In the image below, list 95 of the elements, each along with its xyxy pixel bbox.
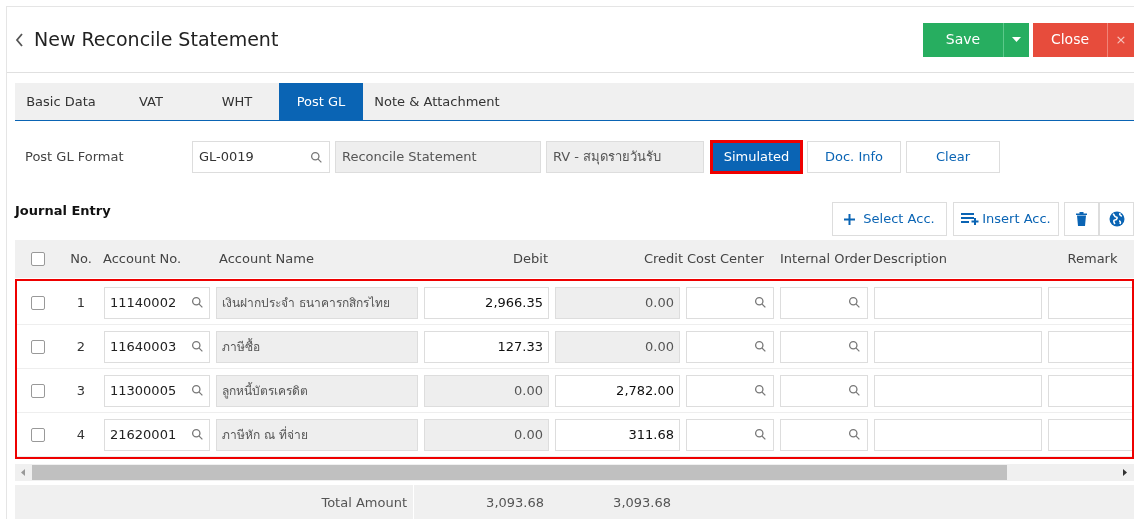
search-icon[interactable] (848, 428, 861, 441)
credit-field[interactable]: 2,782.00 (555, 374, 680, 407)
section-title: Journal Entry (15, 202, 111, 220)
checkbox[interactable] (31, 252, 45, 266)
page-title: New Reconcile Statement (34, 27, 279, 53)
globe-button[interactable] (1099, 202, 1134, 236)
remark-field[interactable] (1048, 374, 1134, 407)
remark-field[interactable] (1048, 286, 1134, 319)
description-field[interactable] (874, 418, 1042, 451)
insert-account-button[interactable]: Insert Acc. (953, 202, 1059, 236)
row-number: 3 (75, 381, 87, 400)
cost-center-field[interactable] (686, 330, 774, 363)
column-header: Account Name (218, 250, 315, 269)
column-header: Account No. (102, 250, 183, 269)
column-header: Description (872, 250, 949, 269)
checkbox[interactable] (31, 339, 45, 354)
account-name-field: ลูกหนี้บัตรเครดิต (216, 374, 418, 407)
search-icon[interactable] (310, 150, 323, 164)
list-add-icon (961, 213, 982, 225)
tab[interactable]: VAT (107, 83, 195, 120)
credit-field: 0.00 (555, 286, 680, 319)
internal-order-field[interactable] (780, 330, 868, 363)
column-header: No. (69, 250, 93, 269)
dropdown-button[interactable] (1003, 22, 1029, 57)
account-no-field[interactable]: 11300005 (104, 374, 210, 407)
row-number: 4 (75, 425, 87, 444)
checkbox[interactable] (31, 427, 45, 442)
column-header: Remark (1066, 250, 1119, 269)
total-label: Total Amount (320, 494, 408, 513)
close-button[interactable]: Close (1033, 22, 1107, 57)
tab[interactable]: WHT (195, 83, 279, 120)
account-no-field[interactable]: 11140002 (104, 286, 210, 319)
row-number: 2 (75, 337, 87, 356)
account-no-field[interactable]: 11640003 (104, 330, 210, 363)
horizontal-scrollbar[interactable] (15, 464, 1134, 481)
column-header: Internal Order (779, 250, 871, 269)
select-account-button[interactable]: Select Acc. (832, 202, 947, 236)
journal-field: RV - สมุดรายวันรับ (546, 141, 704, 173)
scroll-right-icon[interactable] (1123, 469, 1127, 476)
globe-icon (1108, 211, 1125, 227)
internal-order-field[interactable] (780, 374, 868, 407)
description-field[interactable] (874, 374, 1042, 407)
remark-field[interactable] (1048, 418, 1134, 451)
delete-button[interactable] (1064, 202, 1099, 236)
search-icon[interactable] (191, 340, 204, 353)
action-button[interactable]: Clear (906, 141, 1000, 173)
account-no-field[interactable]: 21620001 (104, 418, 210, 451)
remark-field[interactable] (1048, 330, 1134, 363)
debit-field: 0.00 (424, 374, 549, 407)
search-icon[interactable] (754, 384, 767, 397)
caret-icon (1012, 37, 1021, 42)
account-name-field: ภาษีหัก ณ ที่จ่าย (216, 418, 418, 451)
plus-icon (844, 213, 856, 225)
description-field[interactable] (874, 330, 1042, 363)
debit-field: 0.00 (424, 418, 549, 451)
credit-field[interactable]: 311.68 (555, 418, 680, 451)
cost-center-field[interactable] (686, 418, 774, 451)
format-code-field[interactable]: GL-0019 (192, 141, 330, 173)
checkbox[interactable] (31, 295, 45, 310)
account-name-field: ภาษีซื้อ (216, 330, 418, 363)
search-icon[interactable] (191, 428, 204, 441)
action-button[interactable]: Doc. Info (807, 141, 901, 173)
format-name-field: Reconcile Statement (335, 141, 541, 173)
internal-order-field[interactable] (780, 286, 868, 319)
account-name-field: เงินฝากประจำ ธนาคารกสิกรไทย (216, 286, 418, 319)
search-icon[interactable] (191, 384, 204, 397)
checkbox[interactable] (31, 383, 45, 398)
credit-field: 0.00 (555, 330, 680, 363)
column-header: Cost Center (686, 250, 765, 269)
search-icon[interactable] (848, 296, 861, 309)
tab[interactable]: Note & Attachment (363, 83, 511, 120)
internal-order-field[interactable] (780, 418, 868, 451)
search-icon[interactable] (754, 296, 767, 309)
back-icon[interactable] (15, 32, 24, 47)
total-debit: 3,093.68 (413, 485, 544, 519)
cost-center-field[interactable] (686, 374, 774, 407)
search-icon[interactable] (754, 428, 767, 441)
search-icon[interactable] (848, 340, 861, 353)
search-icon[interactable] (191, 296, 204, 309)
trash-icon (1076, 212, 1087, 226)
tab[interactable]: Post GL (279, 83, 363, 120)
column-header: Credit (642, 250, 683, 269)
action-button[interactable]: Simulated (711, 141, 802, 173)
total-credit: 3,093.68 (612, 494, 672, 513)
row-number: 1 (75, 293, 87, 312)
field-label: Post GL Format (24, 148, 125, 167)
search-icon[interactable] (848, 384, 861, 397)
cost-center-field[interactable] (686, 286, 774, 319)
description-field[interactable] (874, 286, 1042, 319)
search-icon[interactable] (754, 340, 767, 353)
tab[interactable]: Basic Data (15, 83, 107, 120)
debit-field[interactable]: 127.33 (424, 330, 549, 363)
debit-field[interactable]: 2,966.35 (424, 286, 549, 319)
column-header: Debit (512, 250, 549, 269)
scroll-left-icon[interactable] (21, 469, 25, 476)
